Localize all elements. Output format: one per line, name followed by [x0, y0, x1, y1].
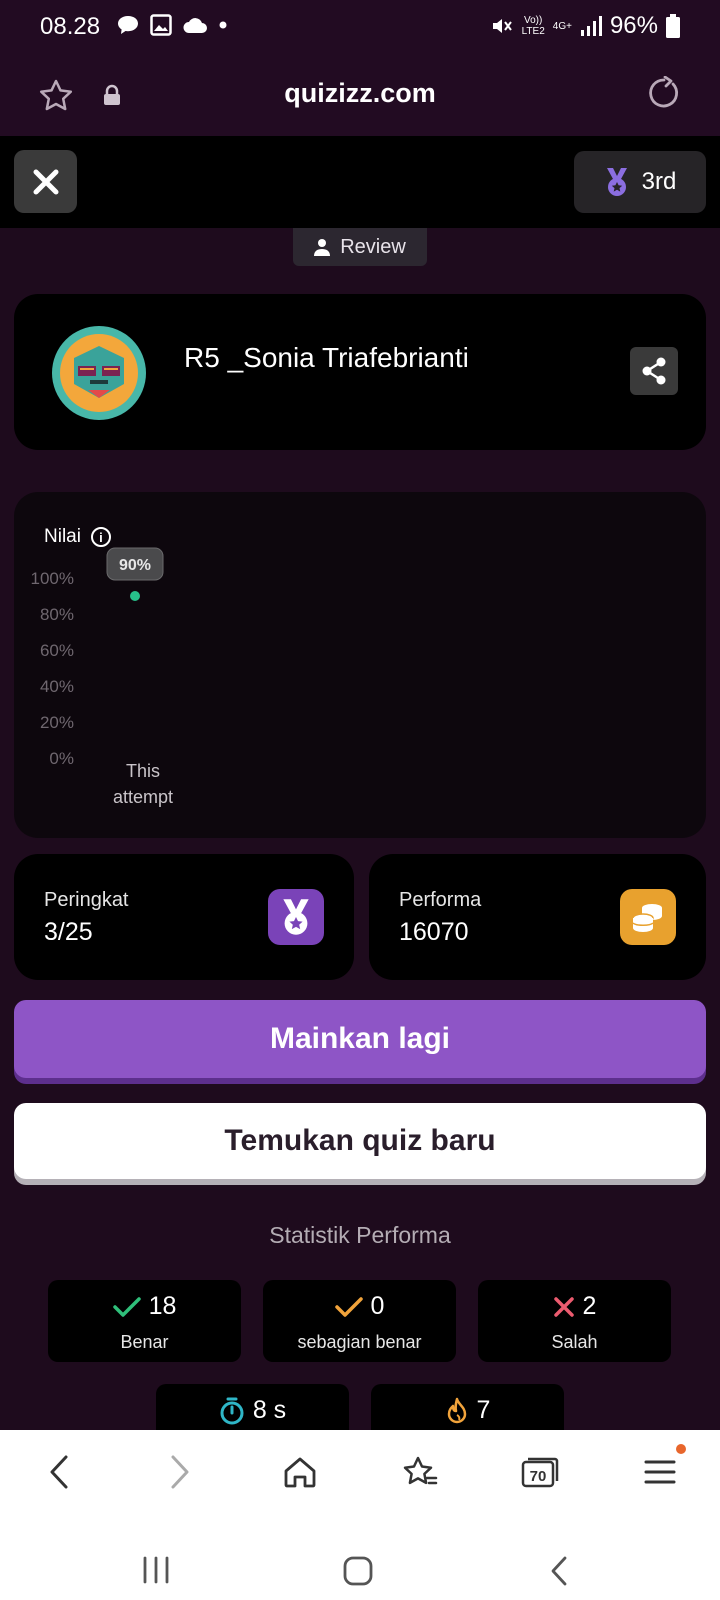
tabs-button[interactable]: 70 — [516, 1448, 564, 1496]
chat-icon — [118, 16, 138, 34]
player-name: R5 _Sonia Triafebrianti — [184, 342, 469, 373]
tabs-icon: 70 — [521, 1457, 559, 1488]
dot-icon — [219, 21, 227, 29]
y-tick-label: 60% — [40, 641, 74, 660]
cloud-icon — [183, 18, 207, 33]
system-home-icon[interactable] — [342, 1556, 374, 1586]
check-icon — [112, 1296, 141, 1317]
medal-icon — [606, 168, 627, 196]
close-icon — [33, 169, 58, 194]
hamburger-menu-icon — [644, 1460, 676, 1484]
wrong-count: 2 — [582, 1292, 597, 1320]
performance-value: 16070 — [399, 918, 469, 946]
avatar — [52, 326, 146, 420]
reload-icon[interactable] — [646, 76, 682, 112]
y-tick-label: 40% — [40, 677, 74, 696]
network-volte-label: Vo)) — [524, 15, 543, 26]
avg-time-value: 8 s — [252, 1396, 287, 1424]
info-icon[interactable]: i — [90, 527, 111, 547]
score-chart: 100% 80% 60% 40% 20% 0% 90% This attempt Nilai i — [14, 492, 706, 838]
browser-address-bar: quizizz.com — [0, 56, 720, 136]
find-new-quiz-button[interactable]: Temukan quiz baru — [14, 1103, 706, 1179]
signal-icon — [580, 16, 602, 36]
data-label: 90% — [119, 557, 151, 574]
share-button[interactable] — [630, 347, 678, 395]
mute-icon — [492, 19, 512, 33]
stat-correct: 18 Benar — [48, 1280, 241, 1362]
battery-percent: 96% — [609, 12, 658, 39]
play-again-button[interactable]: Mainkan lagi — [14, 1000, 706, 1078]
person-icon — [314, 239, 331, 256]
network-lte-label: LTE2 — [521, 26, 545, 37]
status-time: 08.28 — [40, 13, 101, 40]
browser-bottom-nav: 70 — [0, 1430, 720, 1512]
forward-button[interactable] — [156, 1448, 204, 1496]
review-tab[interactable]: Review — [293, 228, 427, 266]
score-chart-plot: 100% 80% 60% 40% 20% 0% 90% This attempt — [31, 547, 173, 807]
y-tick-label: 100% — [31, 569, 74, 588]
battery-icon — [666, 14, 680, 38]
close-button[interactable] — [14, 150, 77, 213]
tab-count: 70 — [530, 1468, 547, 1485]
gallery-icon — [150, 14, 172, 36]
cross-icon — [553, 1296, 574, 1317]
review-label: Review — [340, 235, 406, 258]
home-icon — [284, 1457, 316, 1488]
stopwatch-icon — [220, 1397, 244, 1424]
forward-arrow-icon — [171, 1455, 189, 1489]
partial-check-icon — [334, 1296, 363, 1317]
performance-label: Performa — [399, 889, 482, 911]
stat-streak: 7 — [371, 1384, 564, 1430]
performance-card: Performa 16070 — [369, 854, 706, 980]
system-nav-bar — [0, 1512, 720, 1600]
rank-badge-label: 3rd — [641, 168, 677, 195]
y-tick-label: 80% — [40, 605, 74, 624]
url-text[interactable]: quizizz.com — [0, 78, 720, 109]
correct-count: 18 — [148, 1292, 177, 1320]
partial-count: 0 — [370, 1292, 385, 1320]
rank-medal-icon — [268, 889, 324, 945]
rank-badge: 3rd — [574, 151, 706, 213]
stat-time: 8 s — [156, 1384, 349, 1430]
stats-heading: Statistik Performa — [269, 1222, 451, 1248]
avatar-monster-icon — [74, 346, 124, 398]
network-type-label: 4G+ — [552, 20, 572, 32]
stat-wrong: 2 Salah — [478, 1280, 671, 1362]
y-tick-label: 0% — [49, 749, 74, 768]
streak-value: 7 — [476, 1396, 491, 1424]
home-button[interactable] — [276, 1448, 324, 1496]
notification-dot — [676, 1444, 686, 1454]
bookmarks-star-icon — [403, 1456, 438, 1485]
game-header: 3rd — [0, 136, 720, 228]
y-tick-label: 20% — [40, 713, 74, 732]
wrong-label: Salah — [551, 1332, 598, 1352]
share-icon — [642, 357, 666, 385]
chart-title: Nilai — [44, 526, 81, 547]
rank-card: Peringkat 3/25 — [14, 854, 354, 980]
status-bar: 08.28 Vo)) LTE2 4G+ 96% — [0, 0, 720, 56]
system-back-icon[interactable] — [548, 1556, 570, 1586]
data-point[interactable] — [130, 591, 140, 601]
rank-label: Peringkat — [44, 889, 129, 911]
x-category-label: This — [126, 761, 160, 781]
back-arrow-icon — [50, 1455, 68, 1489]
recent-apps-icon[interactable] — [140, 1556, 172, 1584]
coins-icon — [620, 889, 676, 945]
flame-icon — [447, 1397, 466, 1423]
bookmarks-button[interactable] — [396, 1448, 444, 1496]
back-button[interactable] — [35, 1448, 83, 1496]
x-category-label: attempt — [113, 787, 173, 807]
menu-button[interactable] — [636, 1444, 686, 1496]
rank-value: 3/25 — [44, 918, 93, 946]
partial-label: sebagian benar — [297, 1332, 422, 1352]
player-card: R5 _Sonia Triafebrianti — [14, 294, 706, 450]
stat-partial: 0 sebagian benar — [263, 1280, 456, 1362]
correct-label: Benar — [120, 1332, 169, 1352]
